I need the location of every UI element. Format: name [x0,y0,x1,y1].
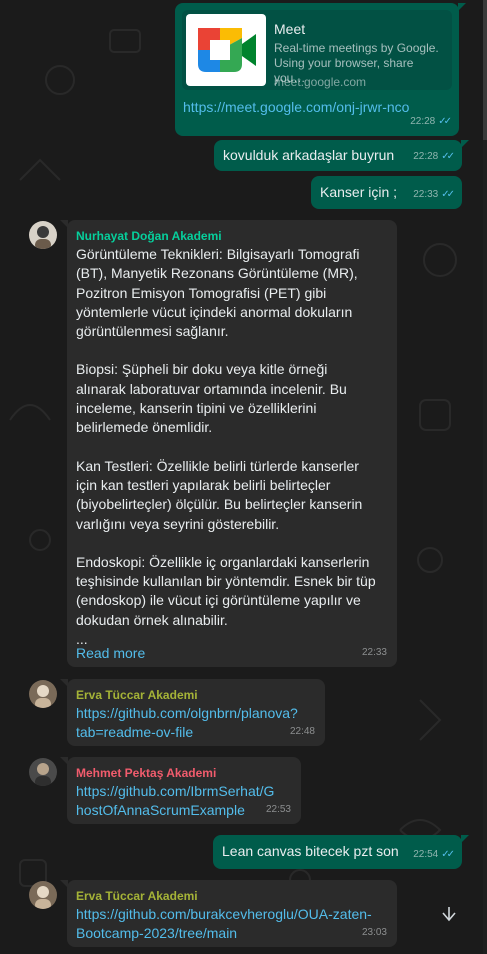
message-link[interactable]: https://github.com/olgnbrn/planova?tab=r… [76,704,298,742]
message-paragraph: Biopsi: Şüpheli bir doku veya kitle örne… [76,361,347,436]
sender-name[interactable]: Mehmet Pektaş Akademi [76,764,216,783]
bubble-tail [60,757,68,765]
message-incoming[interactable]: Erva Tüccar Akademi https://github.com/o… [60,679,325,746]
message-meta: 22:33 ✓✓ [413,185,455,204]
sender-name[interactable]: Erva Tüccar Akademi [76,686,198,705]
bubble-tail [461,140,469,148]
message-link[interactable]: https://github.com/burakcevheroglu/OUA-z… [76,905,376,943]
message-meta: 22:28 ✓✓ [413,147,455,166]
preview-title: Meet [274,21,306,37]
message-link[interactable]: https://meet.google.com/onj-jrwr-nco [183,98,409,117]
message-time: 22:53 [265,804,291,815]
message-outgoing[interactable]: kovulduk arkadaşlar buyrun 22:28 ✓✓ [214,140,469,171]
message-meta: 22:53 [266,800,291,819]
bubble-tail [461,835,469,843]
read-ticks-icon: ✓✓ [438,116,452,127]
preview-host: meet.google.com [274,75,367,89]
message-time: 22:33 [361,647,387,658]
avatar[interactable] [29,758,57,786]
message-paragraph: Kan Testleri: Özellikle belirli türlerde… [76,457,363,532]
message-paragraph: Görüntüleme Teknikleri: Bilgisayarlı Tom… [76,246,360,340]
message-meta: 22:33 [362,643,387,662]
message-meta: 22:54 ✓✓ [413,845,455,864]
scrollbar-track[interactable] [483,0,487,954]
message-link[interactable]: https://github.com/IbrmSerhat/GhostOfAnn… [76,782,281,820]
message-text: Kanser için ; [320,184,398,200]
message-meta: 22:28 ✓✓ [410,112,452,131]
bubble-tail [60,880,68,888]
message-time: 22:28 [413,151,439,162]
read-ticks-icon: ✓✓ [441,151,455,162]
message-time: 22:48 [289,726,315,737]
avatar[interactable] [29,221,57,249]
avatar[interactable] [29,680,57,708]
message-text: Lean canvas bitecek pzt son [222,843,399,859]
message-text: kovulduk arkadaşlar buyrun [223,147,395,163]
read-ticks-icon: ✓✓ [441,189,455,200]
message-incoming[interactable]: Mehmet Pektaş Akademi https://github.com… [60,757,301,824]
bubble-tail [60,679,68,687]
message-time: 22:28 [410,116,436,127]
message-incoming[interactable]: Nurhayat Doğan Akademi Görüntüleme Tekni… [60,220,397,667]
message-meta: 23:03 [362,923,387,942]
message-paragraph: Endoskopi: Özellikle iç organlardaki kan… [76,553,376,628]
message-outgoing-meet-link[interactable]: Meet Real-time meetings by Google. Using… [175,3,466,136]
sender-name[interactable]: Nurhayat Doğan Akademi [76,227,222,246]
message-time: 22:54 [413,849,439,860]
message-incoming[interactable]: Erva Tüccar Akademi https://github.com/b… [60,880,397,947]
bubble-tail [60,220,68,228]
scroll-to-bottom-button[interactable] [434,898,464,932]
scrollbar-thumb[interactable] [483,0,487,140]
google-meet-logo-icon [186,14,266,86]
read-more-link[interactable]: Read more [76,644,145,663]
message-time: 22:33 [413,189,439,200]
message-meta: 22:48 [290,722,315,741]
message-outgoing[interactable]: Lean canvas bitecek pzt son 22:54 ✓✓ [213,835,469,869]
message-time: 23:03 [361,927,387,938]
avatar[interactable] [29,881,57,909]
read-ticks-icon: ✓✓ [441,849,455,860]
message-body: Görüntüleme Teknikleri: Bilgisayarlı Tom… [76,245,376,649]
link-preview-card[interactable]: Meet Real-time meetings by Google. Using… [182,10,452,90]
bubble-tail [458,3,466,11]
chevron-down-icon [442,907,456,922]
sender-name[interactable]: Erva Tüccar Akademi [76,887,198,906]
message-outgoing[interactable]: Kanser için ; 22:33 ✓✓ [311,176,462,209]
